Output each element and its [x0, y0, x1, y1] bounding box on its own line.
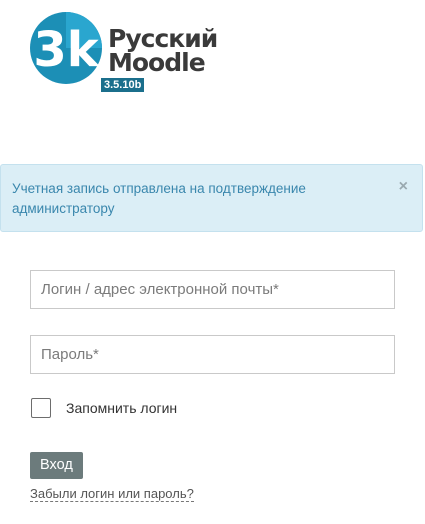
alert-message: Учетная запись отправлена на подтвержден…: [12, 181, 306, 216]
password-input[interactable]: [30, 335, 395, 374]
remember-checkbox[interactable]: [31, 398, 51, 418]
remember-label[interactable]: Запомнить логин: [66, 400, 177, 416]
login-button[interactable]: Вход: [30, 452, 83, 479]
logo-word-moodle: Moodle: [108, 48, 206, 77]
forgot-password-link[interactable]: Забыли логин или пароль?: [30, 486, 194, 502]
info-alert: Учетная запись отправлена на подтвержден…: [0, 164, 423, 232]
logo-version-badge: 3.5.10b: [101, 78, 145, 92]
site-logo: 3k Русский Moodle 3.5.10b: [28, 8, 238, 96]
logo-3k-icon: 3k: [30, 12, 102, 84]
username-input[interactable]: [30, 270, 395, 309]
close-icon[interactable]: ×: [399, 177, 408, 197]
logo-mark-text: 3k: [33, 22, 99, 78]
